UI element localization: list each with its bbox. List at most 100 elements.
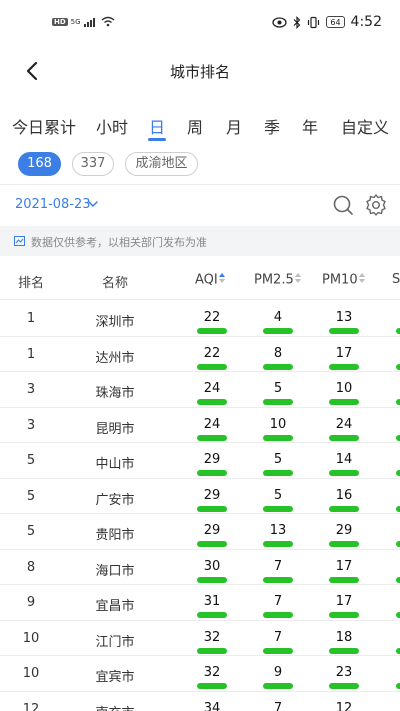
rank-cell: 5 [26, 453, 36, 468]
aqi-level-bar [197, 647, 227, 654]
col-pm25[interactable]: PM2.5 [254, 272, 301, 288]
active-tab-indicator [148, 138, 166, 141]
tab-year[interactable]: 年 [302, 114, 318, 138]
rank-cell: 10 [22, 630, 40, 646]
aqi-value: 29 [203, 487, 221, 503]
pm25-value: 4 [273, 310, 283, 325]
table-row[interactable]: 10 宜宾市 32 9 23 [0, 656, 400, 692]
tab-day[interactable]: 日 [149, 114, 165, 138]
vibrate-icon [308, 16, 320, 28]
rank-cell: 5 [26, 524, 36, 539]
city-name-cell: 昆明市 [95, 421, 135, 437]
aqi-value: 32 [203, 629, 221, 645]
gear-icon[interactable] [364, 193, 388, 217]
chip-337[interactable]: 337 [72, 152, 114, 176]
partial-level-bar [396, 541, 400, 547]
city-name-cell: 宜昌市 [95, 599, 135, 614]
pm25-value: 13 [269, 523, 287, 538]
pm25-level-bar [263, 541, 293, 547]
aqi-value: 29 [203, 523, 221, 538]
partial-level-bar [396, 328, 400, 334]
table-row[interactable]: 3 珠海市 24 5 10 [0, 372, 400, 408]
ranking-table: 1 深圳市 22 4 13 1 达州市 22 8 17 3 珠海市 24 5 10 3 昆明市 24 10 24 5 中山… [0, 301, 400, 711]
table-row[interactable]: 8 海口市 30 7 17 [0, 550, 400, 585]
eye-icon [272, 16, 288, 28]
col-aqi[interactable]: AQI [195, 272, 225, 288]
tab-custom[interactable]: 自定义 [341, 114, 389, 138]
city-group-chips: 168 337 成渝地区 [0, 152, 400, 178]
pm10-level-bar [329, 647, 359, 654]
aqi-value: 22 [203, 310, 221, 325]
col-pm10[interactable]: PM10 [322, 272, 365, 288]
pm10-value: 17 [335, 594, 353, 609]
table-row[interactable]: 3 昆明市 24 10 24 [0, 408, 400, 443]
col-aqi-label: AQI [195, 272, 218, 288]
table-row[interactable]: 9 宜昌市 31 7 17 [0, 585, 400, 621]
chevron-down-icon[interactable] [87, 198, 99, 210]
col-pm10-label: PM10 [322, 272, 358, 288]
partial-level-bar [396, 683, 400, 689]
rank-cell: 1 [26, 311, 36, 326]
city-name-cell: 深圳市 [95, 315, 135, 330]
status-right: 64 4:52 [272, 14, 382, 30]
aqi-value: 30 [203, 558, 221, 574]
partial-level-bar [396, 434, 400, 441]
tab-week[interactable]: 周 [187, 114, 203, 138]
tab-month[interactable]: 月 [226, 114, 242, 138]
pm10-value: 24 [335, 416, 353, 432]
pm25-value: 7 [273, 629, 283, 645]
city-name-cell: 江门市 [95, 634, 135, 650]
date-selector[interactable]: 2021-08-23 [15, 197, 91, 212]
aqi-level-bar [197, 399, 227, 405]
table-row[interactable]: 5 广安市 29 5 16 [0, 479, 400, 514]
aqi-level-bar [197, 612, 227, 618]
pm10-value: 17 [335, 558, 353, 574]
tab-today-cumulative[interactable]: 今日累计 [12, 114, 76, 138]
table-row[interactable]: 1 达州市 22 8 17 [0, 337, 400, 372]
wifi-icon [101, 16, 115, 27]
rank-cell: 12 [22, 701, 40, 711]
pm10-level-bar [329, 683, 359, 689]
chip-168[interactable]: 168 [18, 152, 61, 176]
pm10-value: 23 [335, 665, 353, 680]
pm10-value: 10 [335, 381, 353, 396]
pm25-value: 5 [273, 452, 283, 467]
pm10-level-bar [329, 541, 359, 547]
partial-level-bar [396, 399, 400, 405]
aqi-level-bar [197, 328, 227, 334]
chart-icon [14, 236, 25, 246]
status-left: HD 5G [52, 16, 115, 27]
pm10-value: 16 [335, 487, 353, 503]
tab-season[interactable]: 季 [264, 114, 280, 138]
partial-level-bar [396, 363, 400, 370]
pm10-value: 13 [335, 310, 353, 325]
sort-icon [358, 272, 365, 288]
table-row[interactable]: 12 南充市 34 7 12 [0, 692, 400, 711]
col-partial[interactable]: S [392, 272, 400, 287]
pm10-value: 17 [335, 345, 353, 361]
signal-icon [83, 18, 95, 27]
search-icon[interactable] [332, 194, 354, 216]
aqi-level-bar [197, 363, 227, 370]
pm25-value: 7 [273, 558, 283, 574]
pm10-level-bar [329, 328, 359, 334]
partial-level-bar [396, 505, 400, 512]
aqi-value: 31 [203, 594, 221, 609]
table-row[interactable]: 10 江门市 32 7 18 [0, 621, 400, 656]
pm25-level-bar [263, 434, 293, 441]
aqi-value: 24 [203, 381, 221, 396]
chip-chengyu-region[interactable]: 成渝地区 [125, 152, 198, 176]
aqi-level-bar [197, 683, 227, 689]
table-row[interactable]: 1 深圳市 22 4 13 [0, 301, 400, 337]
pm25-level-bar [263, 399, 293, 405]
pm25-value: 7 [273, 700, 283, 711]
pm10-level-bar [329, 576, 359, 583]
sort-icon [294, 272, 301, 288]
table-row[interactable]: 5 中山市 29 5 14 [0, 443, 400, 479]
rank-cell: 8 [26, 559, 36, 575]
table-row[interactable]: 5 贵阳市 29 13 29 [0, 514, 400, 550]
city-name-cell: 珠海市 [95, 386, 135, 401]
pm25-value: 10 [269, 416, 287, 432]
city-name-cell: 南充市 [82, 702, 148, 711]
tab-hour[interactable]: 小时 [96, 114, 128, 138]
